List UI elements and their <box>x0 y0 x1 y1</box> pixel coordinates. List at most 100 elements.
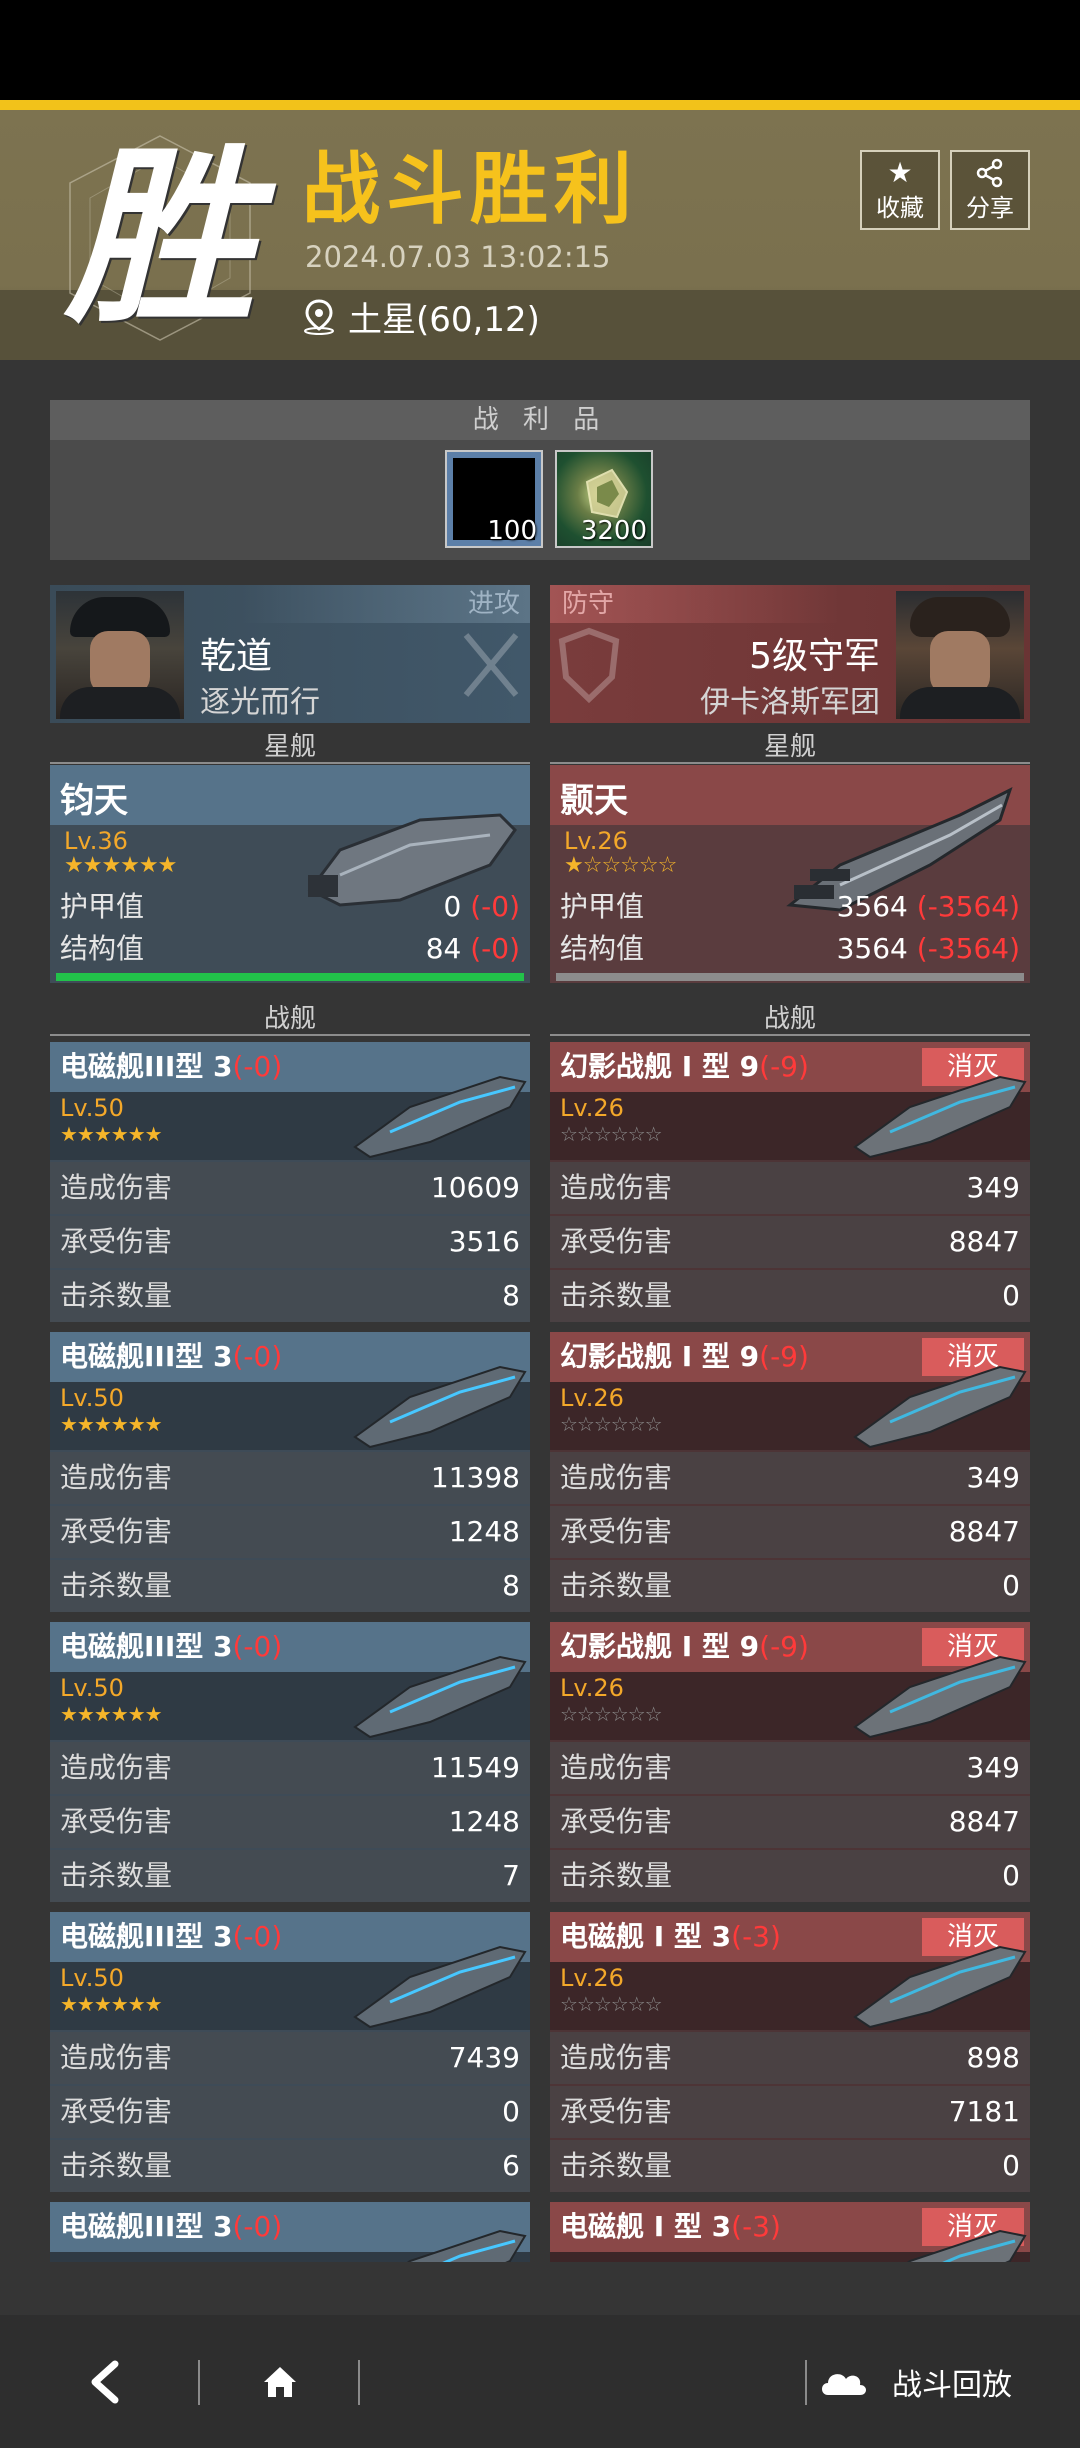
stat-label-kills: 击杀数量 <box>560 1279 673 1312</box>
defender-warship-card[interactable]: 幻影战舰 I 型 9(-9) 消灭 Lv.26 ☆☆☆☆☆☆ 造成伤害 349 承受伤害 88… <box>550 1042 1030 1322</box>
defender-warship-card[interactable]: 电磁舰 I 型 3(-3) 消灭 <box>550 2202 1030 2262</box>
flagship-level: Lv.26 <box>564 827 628 855</box>
stat-label-kills: 击杀数量 <box>60 1859 173 1892</box>
warship-loss: (-0) <box>232 2210 283 2243</box>
warship-level: Lv.50 <box>60 1094 124 1122</box>
warship-name-text: 电磁舰III型 3 <box>60 1340 233 1373</box>
back-button[interactable] <box>75 2352 135 2412</box>
stat-value-dmg: 349 <box>966 1461 1020 1494</box>
spoils-title: 战 利 品 <box>50 400 1030 440</box>
warship-name-text: 幻影战舰 I 型 9 <box>560 1630 760 1663</box>
home-button[interactable] <box>250 2352 310 2412</box>
warship-name: 幻影战舰 I 型 9(-9) <box>560 1338 809 1376</box>
warship-ship-icon <box>853 1365 1027 1449</box>
warship-loss: (-0) <box>232 1630 283 1663</box>
stat-value-dmg: 11398 <box>430 1461 520 1494</box>
defender-name: 5级守军 <box>749 636 880 677</box>
stat-value-kills: 0 <box>1002 1279 1020 1312</box>
attacker-warship-card[interactable]: 电磁舰III型 3(-0) Lv.50 ★★★★★★ 造成伤害 10609 承受伤害 351… <box>50 1042 530 1322</box>
warship-loss: (-0) <box>232 1920 283 1953</box>
warship-loss: (-3) <box>731 2210 781 2243</box>
armor-value: 3564 <box>836 890 908 923</box>
share-button[interactable]: 分享 <box>950 150 1030 230</box>
star-icon: ★ <box>887 155 913 189</box>
warship-loss: (-0) <box>232 1340 283 1373</box>
warship-stars: ★★★★★★ <box>60 1702 163 1726</box>
warship-stars: ★★★★★★ <box>60 1992 163 2016</box>
share-icon <box>976 158 1003 187</box>
cloud-icon <box>822 2374 866 2395</box>
armor-delta: (-3564) <box>916 890 1020 923</box>
structure-label: 结构值 <box>560 932 645 965</box>
warship-stars: ☆☆☆☆☆☆ <box>560 1992 663 2016</box>
structure-label: 结构值 <box>60 932 145 965</box>
armor-label: 护甲值 <box>60 890 145 923</box>
structure-value: 84 <box>425 932 462 965</box>
attacker-name: 乾道 <box>200 636 273 677</box>
stat-label-dmg: 造成伤害 <box>560 1461 673 1494</box>
stat-value-taken: 8847 <box>948 1225 1020 1258</box>
stat-value-taken: 3516 <box>448 1225 520 1258</box>
page-title: 战斗胜利 <box>302 145 639 235</box>
stat-label-taken: 承受伤害 <box>60 1515 173 1548</box>
warship-level: Lv.26 <box>560 1094 624 1122</box>
warship-stars: ☆☆☆☆☆☆ <box>560 1702 663 1726</box>
defender-warship-card[interactable]: 幻影战舰 I 型 9(-9) 消灭 Lv.26 ☆☆☆☆☆☆ 造成伤害 349 承受伤害 88… <box>550 1622 1030 1902</box>
warship-level: Lv.50 <box>60 1674 124 1702</box>
attacker-warship-card[interactable]: 电磁舰III型 3(-0) Lv.50 ★★★★★★ 造成伤害 7439 承受伤害 0 击杀数… <box>50 1912 530 2192</box>
armor-value: 0 <box>443 890 462 923</box>
defender-panel[interactable]: 防守 5级守军 伊卡洛斯军团 <box>550 585 1030 723</box>
victory-badge: 胜 <box>50 128 270 348</box>
attacker-warship-card[interactable]: 电磁舰III型 3(-0) <box>50 2202 530 2262</box>
battle-location[interactable]: 土星(60,12) <box>300 292 540 341</box>
warship-stars: ★★★★★★ <box>60 1412 163 1436</box>
warship-name-text: 电磁舰III型 3 <box>60 1050 233 1083</box>
spoils-item-qty: 3200 <box>580 516 647 546</box>
warship-name-text: 电磁舰III型 3 <box>60 1920 233 1953</box>
structure-delta: (-3564) <box>916 932 1020 965</box>
stat-value-kills: 0 <box>1002 1859 1020 1892</box>
flagship-health-bar <box>556 973 1024 981</box>
attacker-warship-card[interactable]: 电磁舰III型 3(-0) Lv.50 ★★★★★★ 造成伤害 11549 承受伤害 124… <box>50 1622 530 1902</box>
stat-value-taken: 8847 <box>948 1515 1020 1548</box>
warship-loss: (-9) <box>759 1630 809 1663</box>
stat-value-taken: 0 <box>502 2095 520 2128</box>
spoils-item[interactable]: 100 <box>445 450 543 548</box>
warship-name-text: 电磁舰III型 3 <box>60 1630 233 1663</box>
warship-loss: (-0) <box>232 1050 283 1083</box>
flagship-stars: ★☆☆☆☆☆ <box>564 853 677 878</box>
spoils-item[interactable]: 3200 <box>555 450 653 548</box>
replay-label: 战斗回放 <box>892 2368 1012 2403</box>
warship-name: 电磁舰III型 3(-0) <box>60 1338 282 1376</box>
home-icon <box>264 2367 296 2397</box>
attacker-flagship-label: 星舰 <box>50 730 530 764</box>
warship-name: 幻影战舰 I 型 9(-9) <box>560 1628 809 1666</box>
warship-stars: ☆☆☆☆☆☆ <box>560 1412 663 1436</box>
warship-ship-icon <box>853 1655 1027 1739</box>
stat-value-kills: 7 <box>502 1859 520 1892</box>
attacker-flagship-card[interactable]: 钧天 Lv.36 ★★★★★★ 护甲值 0 (-0) 结构值 84 (-0) <box>50 765 530 983</box>
stat-label-kills: 击杀数量 <box>60 1279 173 1312</box>
defender-warship-card[interactable]: 电磁舰 I 型 3(-3) 消灭 Lv.26 ☆☆☆☆☆☆ 造成伤害 898 承受伤害 718… <box>550 1912 1030 2192</box>
stat-label-dmg: 造成伤害 <box>60 2041 173 2074</box>
warship-stars: ★★★★★★ <box>60 1122 163 1146</box>
battle-replay-button[interactable]: 战斗回放 <box>818 2352 1012 2412</box>
defender-flagship-card[interactable]: 颢天 Lv.26 ★☆☆☆☆☆ 护甲值 3564 (-3564) 结构值 356… <box>550 765 1030 983</box>
stat-value-kills: 8 <box>502 1279 520 1312</box>
toolbar-divider <box>358 2360 360 2405</box>
attacker-panel[interactable]: 进攻 乾道 逐光而行 <box>50 585 530 723</box>
stat-value-kills: 0 <box>1002 1569 1020 1602</box>
collect-label: 收藏 <box>876 193 924 222</box>
stat-value-taken: 8847 <box>948 1805 1020 1838</box>
stat-value-dmg: 898 <box>966 2041 1020 2074</box>
warship-name-text: 电磁舰III型 3 <box>60 2210 233 2243</box>
warship-name-text: 电磁舰 I 型 3 <box>560 1920 732 1953</box>
collect-button[interactable]: ★ 收藏 <box>860 150 940 230</box>
stat-label-taken: 承受伤害 <box>560 1515 673 1548</box>
warship-name: 电磁舰III型 3(-0) <box>60 1918 282 1956</box>
attacker-org: 逐光而行 <box>200 685 320 720</box>
warship-ship-icon <box>353 1365 527 1449</box>
attacker-warship-card[interactable]: 电磁舰III型 3(-0) Lv.50 ★★★★★★ 造成伤害 11398 承受伤害 124… <box>50 1332 530 1612</box>
stat-label-kills: 击杀数量 <box>560 2149 673 2182</box>
defender-warship-card[interactable]: 幻影战舰 I 型 9(-9) 消灭 Lv.26 ☆☆☆☆☆☆ 造成伤害 349 承受伤害 88… <box>550 1332 1030 1612</box>
